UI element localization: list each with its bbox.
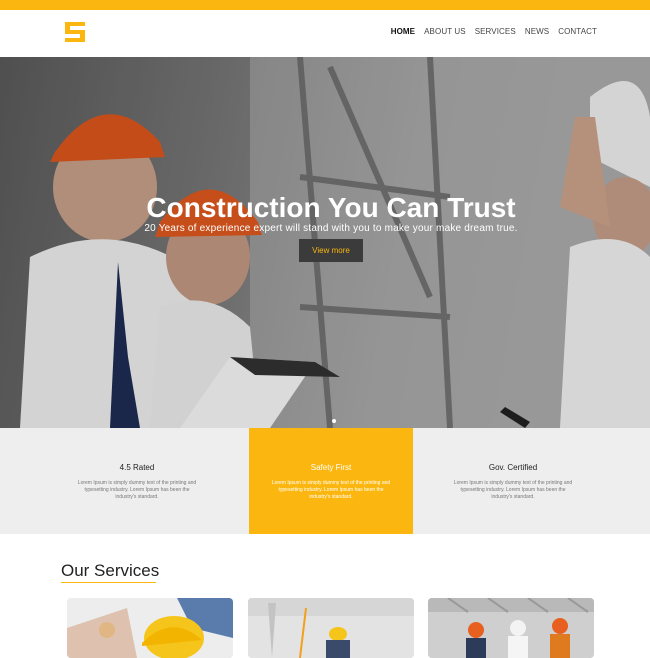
feature-title: Safety First [310, 463, 352, 472]
service-card-2[interactable] [248, 598, 414, 658]
top-accent-bar [0, 0, 650, 10]
feature-title: 4.5 Rated [119, 463, 155, 472]
feature-rated: 4.5 Rated Lorem Ipsum is simply dummy te… [55, 428, 219, 534]
nav-services[interactable]: SERVICES [475, 27, 516, 36]
heading-underline [61, 582, 156, 583]
hero-banner: Construction You Can Trust 20 Years of e… [0, 57, 650, 428]
service-card-3[interactable] [428, 598, 594, 658]
hero-subtitle: 20 Years of experience expert will stand… [144, 223, 518, 234]
service-image-1 [67, 598, 233, 658]
feature-text: Lorem Ipsum is simply dummy text of the … [77, 480, 197, 500]
feature-safety: Safety First Lorem Ipsum is simply dummy… [249, 428, 413, 534]
feature-text: Lorem Ipsum is simply dummy text of the … [271, 480, 391, 500]
feature-title: Gov. Certified [488, 463, 538, 472]
site-header: HOME ABOUT US SERVICES NEWS CONTACT [0, 10, 650, 57]
services-heading: Our Services [61, 561, 160, 580]
service-image-2 [248, 598, 414, 658]
view-more-button[interactable]: View more [299, 239, 363, 262]
hero-title: Construction You Can Trust [146, 192, 516, 223]
feature-text: Lorem Ipsum is simply dummy text of the … [453, 480, 573, 500]
nav-news[interactable]: NEWS [525, 27, 549, 36]
features-strip: 4.5 Rated Lorem Ipsum is simply dummy te… [0, 428, 650, 534]
logo-icon[interactable] [63, 20, 87, 44]
main-nav: HOME ABOUT US SERVICES NEWS CONTACT [391, 27, 597, 36]
service-card-1[interactable] [67, 598, 233, 658]
nav-about-us[interactable]: ABOUT US [424, 27, 466, 36]
slider-dot[interactable] [332, 419, 336, 423]
nav-contact[interactable]: CONTACT [558, 27, 597, 36]
service-image-3 [428, 598, 594, 658]
feature-certified: Gov. Certified Lorem Ipsum is simply dum… [431, 428, 595, 534]
nav-home[interactable]: HOME [391, 27, 415, 36]
